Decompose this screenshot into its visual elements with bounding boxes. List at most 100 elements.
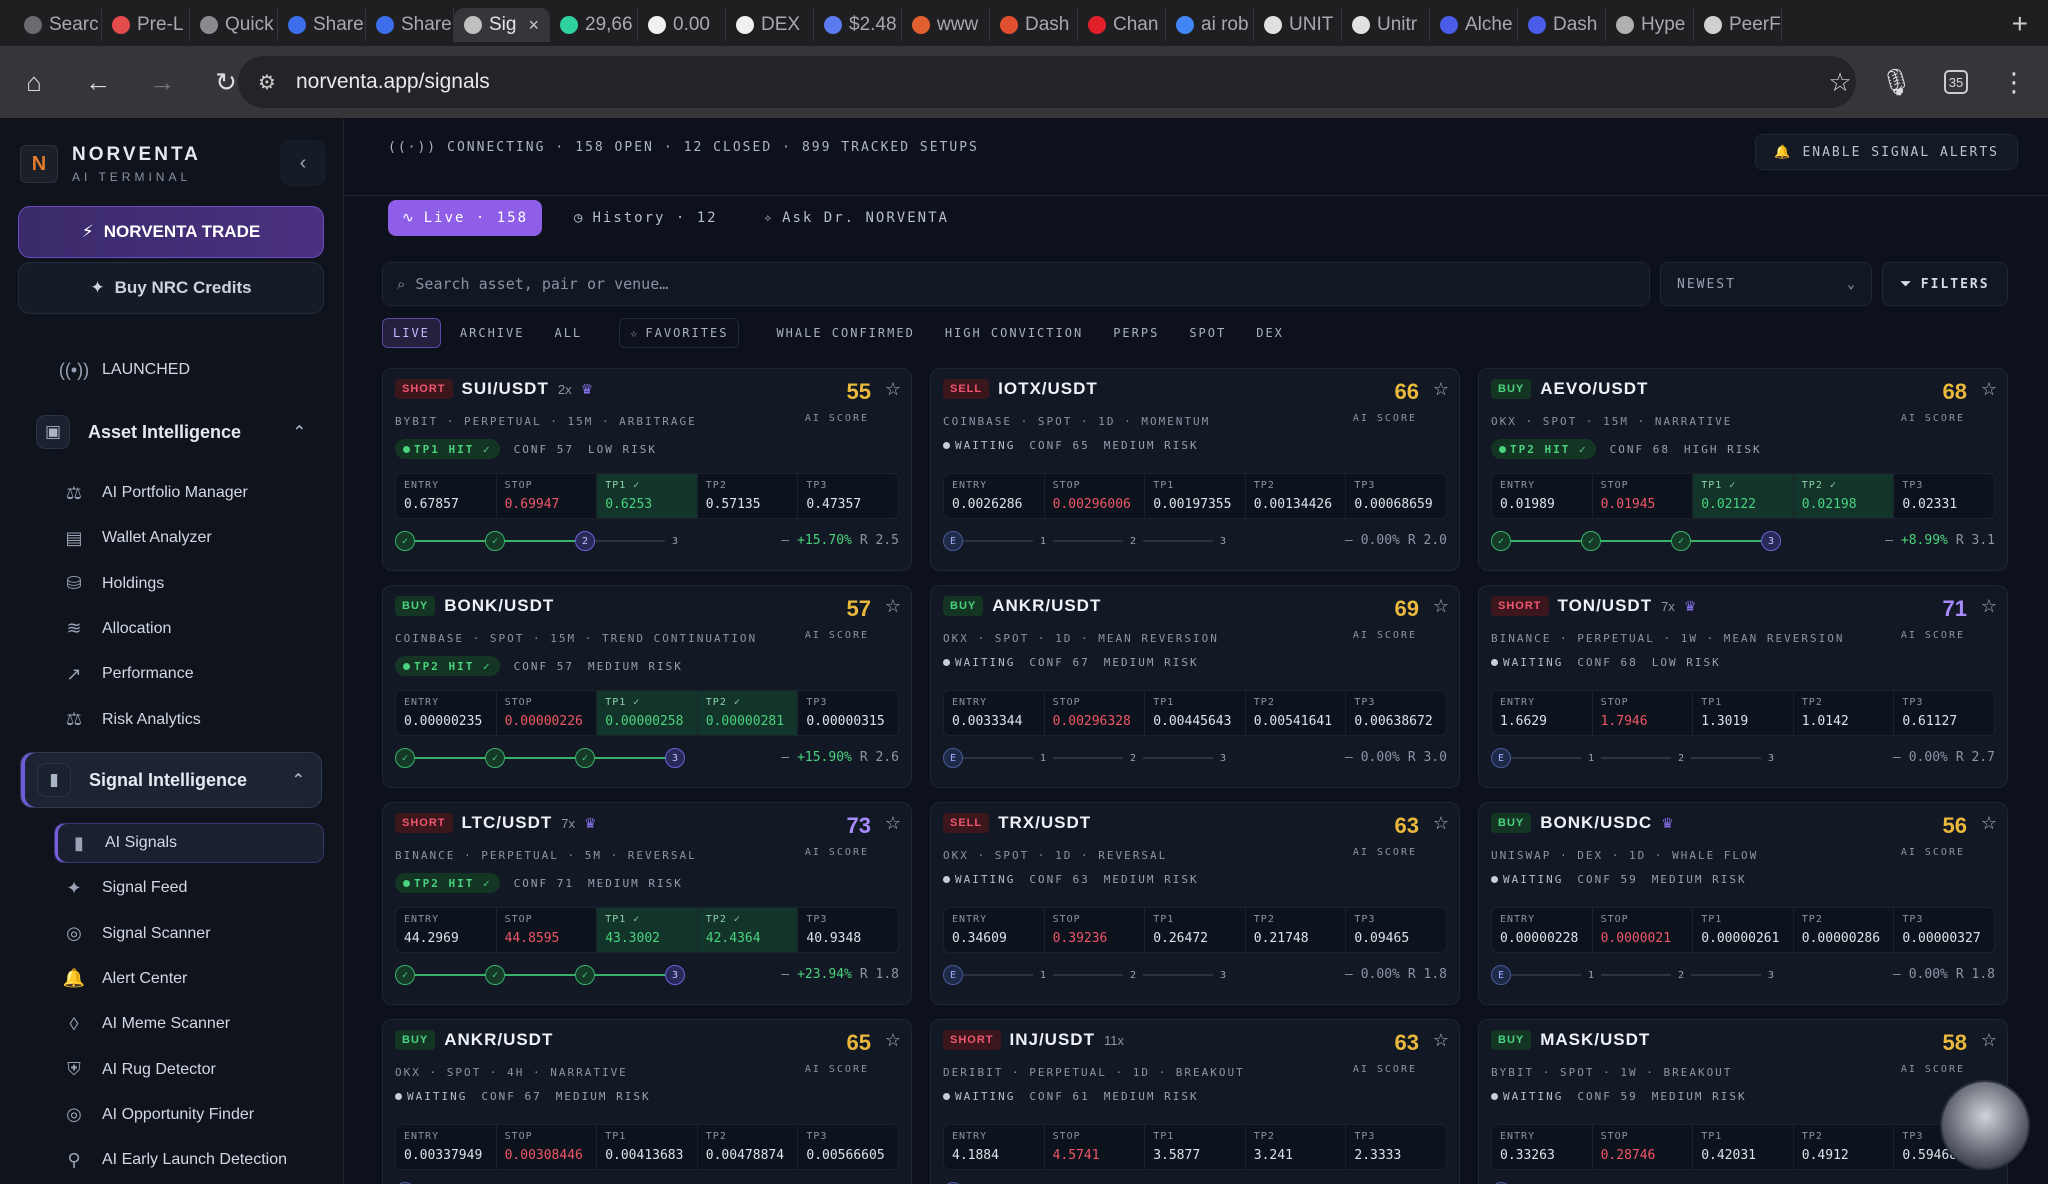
ai-assistant-avatar[interactable] xyxy=(1940,1080,2030,1170)
browser-tab[interactable]: Dash xyxy=(990,8,1078,42)
favorite-star-icon[interactable]: ☆ xyxy=(1981,379,1997,400)
browser-tab[interactable]: 0.00 xyxy=(638,8,726,42)
browser-tab[interactable]: Share xyxy=(366,8,454,42)
extension-icon[interactable]: 35 xyxy=(1944,70,1968,94)
home-icon[interactable]: ⌂ xyxy=(14,62,54,102)
back-icon[interactable]: ← xyxy=(78,62,118,102)
sidebar-item-ai-early-launch-detection[interactable]: ⚲ AI Early Launch Detection xyxy=(62,1140,287,1180)
sort-select[interactable]: NEWEST ⌄ xyxy=(1660,262,1872,306)
signal-card[interactable]: SELL TRX/USDT OKX · SPOT · 1D · REVERSAL 63… xyxy=(930,802,1460,1005)
enable-alerts-button[interactable]: 🔔 ENABLE SIGNAL ALERTS xyxy=(1755,134,2018,170)
browser-tab[interactable]: $2.48 xyxy=(814,8,902,42)
favorite-star-icon[interactable]: ☆ xyxy=(1433,596,1449,617)
confidence: CONF 71 xyxy=(513,876,574,890)
signal-card[interactable]: SHORT LTC/USDT 7x ♛ BINANCE · PERPETUAL · 5M… xyxy=(382,802,912,1005)
buy-credits-button[interactable]: ✦ Buy NRC Credits xyxy=(18,262,324,314)
browser-tab[interactable]: PeerF xyxy=(1694,8,1782,42)
favorite-star-icon[interactable]: ☆ xyxy=(1433,379,1449,400)
microphone-icon[interactable]: 🎙 xyxy=(1876,62,1916,102)
sidebar-item-ai-meme-scanner[interactable]: ◊ AI Meme Scanner xyxy=(62,1004,231,1044)
sidebar-item-risk-analytics[interactable]: ⚖ Risk Analytics xyxy=(62,700,201,740)
filters-button[interactable]: ⏷ FILTERS xyxy=(1882,262,2008,306)
forward-icon[interactable]: → xyxy=(142,62,182,102)
chip-favorites[interactable]: ☆ FAVORITES xyxy=(619,318,740,348)
sidebar-item-performance[interactable]: ↗ Performance xyxy=(62,654,193,694)
browser-tab[interactable]: 29,66 xyxy=(550,8,638,42)
browser-tab[interactable]: DEX xyxy=(726,8,814,42)
browser-tab[interactable]: Unitr xyxy=(1342,8,1430,42)
section-signal-intelligence[interactable]: ▮ Signal Intelligence ⌃ xyxy=(20,752,322,808)
signal-card[interactable]: SHORT SUI/USDT 2x ♛ BYBIT · PERPETUAL · 15M … xyxy=(382,368,912,571)
browser-tab[interactable]: Hype xyxy=(1606,8,1694,42)
site-info-icon[interactable]: ⚙ xyxy=(258,70,282,94)
sidebar-item-ai-opportunity-finder[interactable]: ◎ AI Opportunity Finder xyxy=(62,1095,254,1135)
norventa-trade-button[interactable]: ⚡ NORVENTA TRADE xyxy=(18,206,324,258)
browser-tab[interactable]: Searc xyxy=(14,8,102,42)
browser-menu-icon[interactable]: ⋮ xyxy=(1994,62,2034,102)
sidebar-item-signal-feed[interactable]: ✦ Signal Feed xyxy=(62,868,187,908)
chip-high-conviction[interactable]: HIGH CONVICTION xyxy=(934,318,1094,348)
close-tab-icon[interactable]: × xyxy=(528,15,539,36)
browser-tab[interactable]: Quick xyxy=(190,8,278,42)
chip-dex[interactable]: DEX xyxy=(1245,318,1295,348)
browser-tab[interactable]: Chan xyxy=(1078,8,1166,42)
signal-card[interactable]: BUY BONK/USDC ♛ UNISWAP · DEX · 1D · WHALE … xyxy=(1478,802,2008,1005)
sidebar-item-ai-signals[interactable]: ▮ AI Signals xyxy=(54,823,324,863)
brand[interactable]: N NORVENTA AI TERMINAL xyxy=(20,144,201,184)
sidebar-item-ai-portfolio-manager[interactable]: ⚖ AI Portfolio Manager xyxy=(62,473,248,513)
bookmark-star-icon[interactable]: ☆ xyxy=(1820,62,1860,102)
browser-tab[interactable]: Sig × xyxy=(454,8,550,42)
signal-card[interactable]: SHORT TON/USDT 7x ♛ BINANCE · PERPETUAL · 1W… xyxy=(1478,585,2008,788)
chip-archive[interactable]: ARCHIVE xyxy=(449,318,536,348)
favorite-star-icon[interactable]: ☆ xyxy=(1981,596,1997,617)
signal-card[interactable]: BUY ANKR/USDT OKX · SPOT · 4H · NARRATIVE 6… xyxy=(382,1019,912,1184)
collapse-sidebar-button[interactable]: ‹ xyxy=(280,140,326,186)
favorite-star-icon[interactable]: ☆ xyxy=(1981,813,1997,834)
address-bar[interactable]: ⚙ norventa.app/signals xyxy=(238,56,1856,108)
section-label: Asset Intelligence xyxy=(88,421,242,442)
favorite-star-icon[interactable]: ☆ xyxy=(1433,813,1449,834)
ai-score-value: 55 xyxy=(846,379,871,404)
favorite-star-icon[interactable]: ☆ xyxy=(885,1030,901,1051)
favorite-star-icon[interactable]: ☆ xyxy=(1433,1030,1449,1051)
chip-spot[interactable]: SPOT xyxy=(1178,318,1237,348)
signal-card[interactable]: BUY BONK/USDT COINBASE · SPOT · 15M · TREN… xyxy=(382,585,912,788)
signal-card[interactable]: BUY ANKR/USDT OKX · SPOT · 1D · MEAN REVER… xyxy=(930,585,1460,788)
browser-tab[interactable]: Alche xyxy=(1430,8,1518,42)
browser-tab[interactable]: Share xyxy=(278,8,366,42)
chip-live[interactable]: LIVE xyxy=(382,318,441,348)
chip-perps[interactable]: PERPS xyxy=(1102,318,1170,348)
browser-tab[interactable]: www xyxy=(902,8,990,42)
sidebar-item-allocation[interactable]: ≋ Allocation xyxy=(62,609,171,649)
section-label: Signal Intelligence xyxy=(89,769,248,790)
tab-history[interactable]: ◷ History · 12 xyxy=(560,200,732,236)
tab-live[interactable]: ∿ Live · 158 xyxy=(388,200,543,236)
browser-tab[interactable]: Pre-L xyxy=(102,8,190,42)
section-asset-intelligence[interactable]: ▣ Asset Intelligence ⌃ xyxy=(20,404,322,460)
sidebar-item-signal-scanner[interactable]: ◎ Signal Scanner xyxy=(62,914,210,954)
ai-score-label: AI SCORE xyxy=(804,413,869,424)
favorite-star-icon[interactable]: ☆ xyxy=(885,379,901,400)
signal-card[interactable]: BUY MASK/USDT BYBIT · SPOT · 1W · BREAKOUT… xyxy=(1478,1019,2008,1184)
browser-tab[interactable]: UNIT xyxy=(1254,8,1342,42)
browser-tab[interactable]: ai rob xyxy=(1166,8,1254,42)
sidebar-item-launched[interactable]: ((•)) LAUNCHED xyxy=(59,350,190,390)
level-label: TP3 xyxy=(1354,697,1376,708)
sidebar-item-holdings[interactable]: ⛁ Holdings xyxy=(62,564,164,604)
chip-whale-confirmed[interactable]: WHALE CONFIRMED xyxy=(765,318,925,348)
favorite-star-icon[interactable]: ☆ xyxy=(1981,1030,1997,1051)
signal-card[interactable]: BUY AEVO/USDT OKX · SPOT · 15M · NARRATIVE… xyxy=(1478,368,2008,571)
sidebar-item-alert-center[interactable]: 🔔 Alert Center xyxy=(62,959,188,999)
signal-card[interactable]: SELL IOTX/USDT COINBASE · SPOT · 1D · MOME… xyxy=(930,368,1460,571)
new-tab-button[interactable]: + xyxy=(2012,8,2028,40)
browser-tab[interactable]: Dash xyxy=(1518,8,1606,42)
sidebar-item-ai-rug-detector[interactable]: ⛨ AI Rug Detector xyxy=(62,1050,216,1090)
chip-all[interactable]: ALL xyxy=(543,318,593,348)
signal-card[interactable]: SHORT INJ/USDT 11x DERIBIT · PERPETUAL · 1D… xyxy=(930,1019,1460,1184)
favorite-star-icon[interactable]: ☆ xyxy=(885,596,901,617)
favorite-star-icon[interactable]: ☆ xyxy=(885,813,901,834)
search-input[interactable] xyxy=(415,275,1616,293)
sidebar-item-wallet-analyzer[interactable]: ▤ Wallet Analyzer xyxy=(62,518,211,558)
status-hit: TP2 HIT ✓ xyxy=(1491,439,1596,459)
tab-ask[interactable]: ✧ Ask Dr. NORVENTA xyxy=(750,200,963,236)
